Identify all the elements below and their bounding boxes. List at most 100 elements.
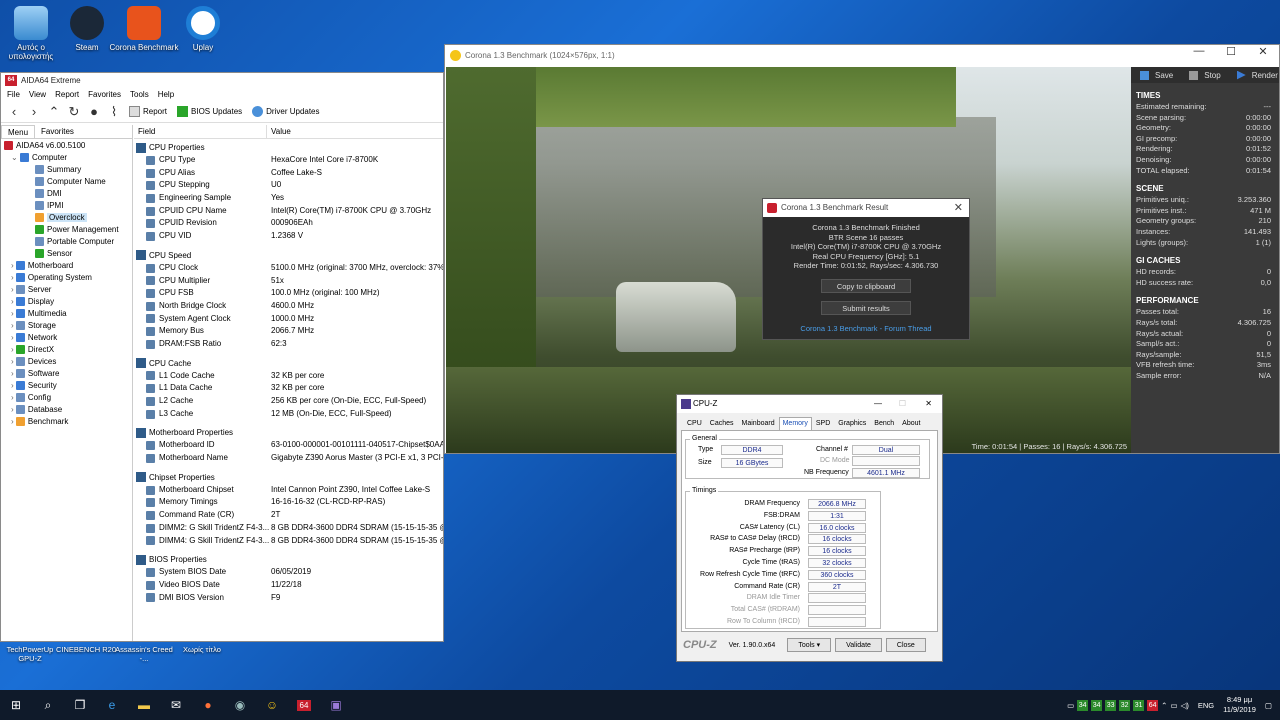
property-row[interactable]: Motherboard Chipset Intel Cannon Point Z3… [134,484,443,497]
tree-item[interactable]: Computer Name [1,176,132,188]
tree-item[interactable]: › Display [1,296,132,308]
tree-item[interactable]: Overclock [1,212,132,224]
minimize-icon[interactable]: — [1183,45,1215,58]
render-button[interactable]: Render [1231,70,1280,80]
property-row[interactable]: Command Rate (CR) 2T [134,509,443,522]
clock[interactable]: 8:49 μμ 11/9/2019 [1223,695,1256,715]
tree-item[interactable]: › Motherboard [1,260,132,272]
language-indicator[interactable]: ENG [1198,701,1214,710]
aida64-taskbar-icon[interactable]: 64 [288,690,320,720]
bios-updates-button[interactable]: BIOS Updates [173,103,246,121]
desktop-icon-gpuz[interactable]: TechPowerUp GPU-Z [0,645,60,663]
tree-item[interactable]: › Storage [1,320,132,332]
tree-item[interactable]: › Server [1,284,132,296]
tree-item[interactable]: ⌄ Computer [1,152,132,164]
menu-file[interactable]: File [7,89,20,101]
property-row[interactable]: System Agent Clock 1000.0 MHz [134,313,443,326]
tree-item[interactable]: IPMI [1,200,132,212]
property-row[interactable]: CPU Stepping U0 [134,179,443,192]
steam-taskbar-icon[interactable]: ◉ [224,690,256,720]
tree-item[interactable]: › Operating System [1,272,132,284]
property-row[interactable]: L3 Cache 12 MB (On-Die, ECC, Full-Speed) [134,408,443,421]
tools-button[interactable]: Tools ▾ [787,638,832,652]
menu-favorites[interactable]: Favorites [88,89,121,101]
desktop-icon-uplay[interactable]: Uplay [168,6,238,52]
windows-start-icon[interactable]: ⊞ [0,690,32,720]
property-row[interactable]: CPU FSB 100.0 MHz (original: 100 MHz) [134,287,443,300]
expand-icon[interactable]: ⌄ [11,153,20,162]
cpuz-tab-cpu[interactable]: CPU [683,417,706,430]
tree-item[interactable]: Power Management [1,224,132,236]
property-row[interactable]: CPU Clock 5100.0 MHz (original: 3700 MHz,… [134,262,443,275]
desktop-icon-untitled[interactable]: Χωρίς τίτλο [172,645,232,654]
property-row[interactable]: L1 Data Cache 32 KB per core [134,382,443,395]
tray-expand-icon[interactable]: ⌃ [1161,701,1167,710]
up-icon[interactable]: ⌃ [45,103,63,121]
mail-icon[interactable]: ✉ [160,690,192,720]
cpuz-tab-spd[interactable]: SPD [812,417,834,430]
property-row[interactable]: DMI BIOS Version F9 [134,592,443,605]
copy-to-clipboard-button[interactable]: Copy to clipboard [821,278,911,293]
forum-thread-link[interactable]: Corona 1.3 Benchmark - Forum Thread [763,324,969,333]
tray-temp-3[interactable]: 33 [1105,699,1117,711]
property-row[interactable]: Memory Timings 16-16-16-32 (CL-RCD-RP-RAS… [134,496,443,509]
maximize-icon[interactable]: ☐ [1215,45,1247,58]
property-row[interactable]: System BIOS Date 06/05/2019 [134,566,443,579]
property-row[interactable]: Video BIOS Date 11/22/18 [134,579,443,592]
tray-temp-4[interactable]: 32 [1119,699,1131,711]
cpuz-tab-bench[interactable]: Bench [870,417,898,430]
tree-item[interactable]: › Network [1,332,132,344]
cpuz-tab-caches[interactable]: Caches [706,417,738,430]
tray-aida-icon[interactable]: 64 [1147,699,1159,711]
column-value[interactable]: Value [267,125,291,138]
tab-menu[interactable]: Menu [1,125,36,138]
property-row[interactable]: CPU Multiplier 51x [134,275,443,288]
property-row[interactable]: Memory Bus 2066.7 MHz [134,325,443,338]
driver-updates-button[interactable]: Driver Updates [248,103,323,121]
corona-taskbar-icon[interactable]: ☺ [256,690,288,720]
search-icon[interactable]: ⌕ [32,690,64,720]
close-button[interactable]: Close [885,638,926,652]
stop-button[interactable]: Stop [1183,70,1226,80]
network-icon[interactable]: ▭ [1170,701,1177,710]
property-row[interactable]: DRAM:FSB Ratio 62:3 [134,338,443,351]
tree-item[interactable]: › DirectX [1,344,132,356]
property-row[interactable]: CPU VID 1.2368 V [134,230,443,243]
property-row[interactable]: Motherboard ID 63-0100-000001-00101111-04… [134,439,443,452]
tree-item[interactable]: › Security [1,380,132,392]
cpuz-tab-memory[interactable]: Memory [778,417,812,430]
user-icon[interactable]: ● [85,103,103,121]
property-row[interactable]: DIMM4: G Skill TridentZ F4-3... 8 GB DDR4… [134,535,443,548]
volume-icon[interactable]: ◁) [1181,701,1189,710]
cpuz-tab-about[interactable]: About [898,417,924,430]
tab-favorites[interactable]: Favorites [35,125,80,138]
validate-button[interactable]: Validate [835,638,882,652]
refresh-icon[interactable]: ↻ [65,103,83,121]
property-row[interactable]: DIMM2: G Skill TridentZ F4-3... 8 GB DDR4… [134,522,443,535]
property-row[interactable]: CPUID CPU Name Intel(R) Core(TM) i7-8700K… [134,205,443,218]
column-field[interactable]: Field [134,125,267,138]
menu-view[interactable]: View [29,89,46,101]
desktop-icon-cinebench[interactable]: CINEBENCH R20 [56,645,116,654]
task-view-icon[interactable]: ❐ [64,690,96,720]
edge-icon[interactable]: e [96,690,128,720]
menu-tools[interactable]: Tools [130,89,149,101]
cpuz-tab-mainboard[interactable]: Mainboard [738,417,779,430]
tray-monitor-icon[interactable]: ▭ [1067,701,1074,710]
tree-item[interactable]: › Benchmark [1,416,132,428]
tree-item[interactable]: AIDA64 v6.00.5100 [1,140,132,152]
tree-item[interactable]: › Software [1,368,132,380]
menu-help[interactable]: Help [158,89,174,101]
property-row[interactable]: L2 Cache 256 KB per core (On-Die, ECC, Fu… [134,395,443,408]
cpuz-taskbar-icon[interactable]: ▣ [320,690,352,720]
save-button[interactable]: Save [1134,70,1179,80]
tree-item[interactable]: Sensor [1,248,132,260]
property-row[interactable]: L1 Code Cache 32 KB per core [134,370,443,383]
tree-item[interactable]: › Database [1,404,132,416]
menu-report[interactable]: Report [55,89,79,101]
close-icon[interactable]: ✕ [954,199,963,217]
submit-results-button[interactable]: Submit results [821,300,911,315]
forward-icon[interactable]: › [25,103,43,121]
file-explorer-icon[interactable]: ▬ [128,690,160,720]
property-row[interactable]: North Bridge Clock 4600.0 MHz [134,300,443,313]
